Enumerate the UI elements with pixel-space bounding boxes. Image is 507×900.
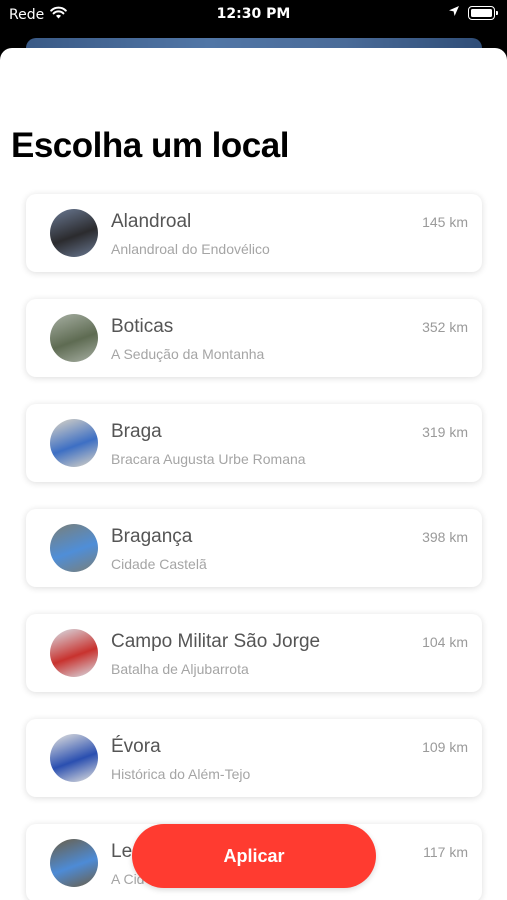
location-subtitle: Histórica do Além-Tejo [111,766,251,782]
location-subtitle: Batalha de Aljubarrota [111,661,249,677]
page-title: Escolha um local [11,126,289,165]
list-item[interactable]: Braga Bracara Augusta Urbe Romana 319 km [26,404,482,482]
status-time: 12:30 PM [216,6,291,22]
location-distance: 117 km [423,844,468,860]
list-item[interactable]: Campo Militar São Jorge Batalha de Aljuba… [26,614,482,692]
location-subtitle: Anlandroal do Endovélico [111,241,270,257]
location-name: Le [111,841,133,862]
location-distance: 352 km [422,319,468,335]
list-item[interactable]: Évora Histórica do Além-Tejo 109 km [26,719,482,797]
location-subtitle: Cidade Castelã [111,556,207,572]
list-item[interactable]: Bragança Cidade Castelã 398 km [26,509,482,587]
location-distance: 145 km [422,214,468,230]
location-name: Braga [111,421,162,442]
location-distance: 104 km [422,634,468,650]
location-name: Campo Militar São Jorge [111,631,321,652]
location-name: Évora [111,736,161,757]
location-subtitle: Bracara Augusta Urbe Romana [111,451,306,467]
location-photo [50,314,98,362]
location-photo [50,419,98,467]
location-distance: 398 km [422,529,468,545]
list-item[interactable]: Boticas A Sedução da Montanha 352 km [26,299,482,377]
status-bar: Rede 12:30 PM [0,0,507,30]
location-photo [50,734,98,782]
location-photo [50,629,98,677]
location-name: Boticas [111,316,174,337]
location-name: Alandroal [111,211,192,232]
location-photo [50,524,98,572]
battery-icon [468,6,498,20]
location-name: Bragança [111,526,193,547]
location-distance: 109 km [422,739,468,755]
location-distance: 319 km [422,424,468,440]
list-item[interactable]: Alandroal Anlandroal do Endovélico 145 km [26,194,482,272]
status-right [448,5,498,21]
location-arrow-icon [448,5,460,21]
apply-button[interactable]: Aplicar [132,824,376,888]
location-photo [50,839,98,887]
location-subtitle: A Sedução da Montanha [111,346,265,362]
location-photo [50,209,98,257]
